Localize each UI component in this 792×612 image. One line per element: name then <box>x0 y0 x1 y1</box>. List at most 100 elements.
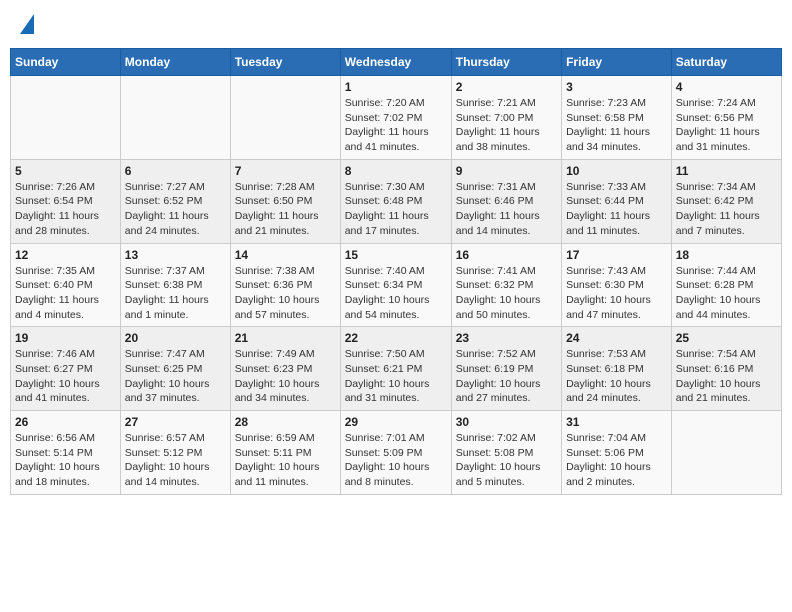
header-saturday: Saturday <box>671 49 781 76</box>
calendar-header-row: SundayMondayTuesdayWednesdayThursdayFrid… <box>11 49 782 76</box>
day-number: 31 <box>566 415 667 429</box>
calendar-week-row: 5 Sunrise: 7:26 AM Sunset: 6:54 PM Daylig… <box>11 159 782 243</box>
day-number: 15 <box>345 248 447 262</box>
calendar-cell: 11Sunrise: 7:34 AM Sunset: 6:42 PM Dayli… <box>671 159 781 243</box>
day-info: Sunrise: 7:40 AM Sunset: 6:34 PM Dayligh… <box>345 264 447 323</box>
calendar-cell <box>671 411 781 495</box>
calendar-cell: 22 Sunrise: 7:50 AM Sunset: 6:21 PM Dayli… <box>340 327 451 411</box>
day-number: 6 <box>125 164 226 178</box>
day-info: Sunrise: 7:47 AM Sunset: 6:25 PM Dayligh… <box>125 347 226 406</box>
day-number: 13 <box>125 248 226 262</box>
day-info: Sunrise: 7:35 AM Sunset: 6:40 PM Dayligh… <box>15 264 116 323</box>
day-info: Sunrise: 7:49 AM Sunset: 6:23 PM Dayligh… <box>235 347 336 406</box>
calendar-cell: 9 Sunrise: 7:31 AM Sunset: 6:46 PM Daylig… <box>451 159 561 243</box>
day-info: Sunrise: 7:33 AM Sunset: 6:44 PM Dayligh… <box>566 180 667 239</box>
day-number: 21 <box>235 331 336 345</box>
day-info: Sunrise: 7:04 AM Sunset: 5:06 PM Dayligh… <box>566 431 667 490</box>
day-info: Sunrise: 7:23 AM Sunset: 6:58 PM Dayligh… <box>566 96 667 155</box>
day-number: 30 <box>456 415 557 429</box>
day-number: 9 <box>456 164 557 178</box>
calendar-cell: 17 Sunrise: 7:43 AM Sunset: 6:30 PM Dayli… <box>562 243 672 327</box>
day-number: 1 <box>345 80 447 94</box>
calendar-cell: 8 Sunrise: 7:30 AM Sunset: 6:48 PM Daylig… <box>340 159 451 243</box>
calendar-cell: 13 Sunrise: 7:37 AM Sunset: 6:38 PM Dayli… <box>120 243 230 327</box>
day-info: Sunrise: 7:52 AM Sunset: 6:19 PM Dayligh… <box>456 347 557 406</box>
day-number: 7 <box>235 164 336 178</box>
day-number: 8 <box>345 164 447 178</box>
page-header <box>10 10 782 40</box>
calendar-cell: 28Sunrise: 6:59 AM Sunset: 5:11 PM Dayli… <box>230 411 340 495</box>
day-number: 29 <box>345 415 447 429</box>
calendar-cell: 31 Sunrise: 7:04 AM Sunset: 5:06 PM Dayli… <box>562 411 672 495</box>
logo <box>18 14 34 36</box>
header-monday: Monday <box>120 49 230 76</box>
calendar-cell: 21 Sunrise: 7:49 AM Sunset: 6:23 PM Dayli… <box>230 327 340 411</box>
header-friday: Friday <box>562 49 672 76</box>
calendar-cell <box>230 76 340 160</box>
calendar-cell: 10 Sunrise: 7:33 AM Sunset: 6:44 PM Dayli… <box>562 159 672 243</box>
day-number: 17 <box>566 248 667 262</box>
calendar-cell: 20 Sunrise: 7:47 AM Sunset: 6:25 PM Dayli… <box>120 327 230 411</box>
day-number: 10 <box>566 164 667 178</box>
day-info: Sunrise: 7:28 AM Sunset: 6:50 PM Dayligh… <box>235 180 336 239</box>
day-number: 25 <box>676 331 777 345</box>
calendar-week-row: 12 Sunrise: 7:35 AM Sunset: 6:40 PM Dayli… <box>11 243 782 327</box>
day-info: Sunrise: 6:59 AM Sunset: 5:11 PM Dayligh… <box>235 431 336 490</box>
calendar-cell: 25 Sunrise: 7:54 AM Sunset: 6:16 PM Dayli… <box>671 327 781 411</box>
day-number: 4 <box>676 80 777 94</box>
header-tuesday: Tuesday <box>230 49 340 76</box>
day-info: Sunrise: 7:50 AM Sunset: 6:21 PM Dayligh… <box>345 347 447 406</box>
day-info: Sunrise: 7:46 AM Sunset: 6:27 PM Dayligh… <box>15 347 116 406</box>
day-info: Sunrise: 7:02 AM Sunset: 5:08 PM Dayligh… <box>456 431 557 490</box>
calendar-cell: 24Sunrise: 7:53 AM Sunset: 6:18 PM Dayli… <box>562 327 672 411</box>
day-info: Sunrise: 7:41 AM Sunset: 6:32 PM Dayligh… <box>456 264 557 323</box>
day-info: Sunrise: 7:54 AM Sunset: 6:16 PM Dayligh… <box>676 347 777 406</box>
day-info: Sunrise: 7:38 AM Sunset: 6:36 PM Dayligh… <box>235 264 336 323</box>
day-number: 12 <box>15 248 116 262</box>
day-number: 3 <box>566 80 667 94</box>
day-info: Sunrise: 7:20 AM Sunset: 7:02 PM Dayligh… <box>345 96 447 155</box>
calendar-cell: 19 Sunrise: 7:46 AM Sunset: 6:27 PM Dayli… <box>11 327 121 411</box>
day-number: 16 <box>456 248 557 262</box>
day-info: Sunrise: 7:30 AM Sunset: 6:48 PM Dayligh… <box>345 180 447 239</box>
calendar-cell: 2Sunrise: 7:21 AM Sunset: 7:00 PM Daylig… <box>451 76 561 160</box>
day-info: Sunrise: 7:31 AM Sunset: 6:46 PM Dayligh… <box>456 180 557 239</box>
day-info: Sunrise: 7:21 AM Sunset: 7:00 PM Dayligh… <box>456 96 557 155</box>
day-info: Sunrise: 7:26 AM Sunset: 6:54 PM Dayligh… <box>15 180 116 239</box>
calendar-table: SundayMondayTuesdayWednesdayThursdayFrid… <box>10 48 782 495</box>
day-number: 23 <box>456 331 557 345</box>
calendar-cell: 30 Sunrise: 7:02 AM Sunset: 5:08 PM Dayli… <box>451 411 561 495</box>
day-number: 20 <box>125 331 226 345</box>
day-info: Sunrise: 7:27 AM Sunset: 6:52 PM Dayligh… <box>125 180 226 239</box>
day-number: 24 <box>566 331 667 345</box>
calendar-cell: 18 Sunrise: 7:44 AM Sunset: 6:28 PM Dayli… <box>671 243 781 327</box>
calendar-cell: 4 Sunrise: 7:24 AM Sunset: 6:56 PM Daylig… <box>671 76 781 160</box>
header-thursday: Thursday <box>451 49 561 76</box>
day-number: 11 <box>676 164 777 178</box>
calendar-cell: 1 Sunrise: 7:20 AM Sunset: 7:02 PM Daylig… <box>340 76 451 160</box>
calendar-week-row: 26 Sunrise: 6:56 AM Sunset: 5:14 PM Dayli… <box>11 411 782 495</box>
day-info: Sunrise: 6:56 AM Sunset: 5:14 PM Dayligh… <box>15 431 116 490</box>
logo-triangle-icon <box>20 14 34 34</box>
calendar-cell: 29Sunrise: 7:01 AM Sunset: 5:09 PM Dayli… <box>340 411 451 495</box>
calendar-cell: 23 Sunrise: 7:52 AM Sunset: 6:19 PM Dayli… <box>451 327 561 411</box>
day-info: Sunrise: 7:24 AM Sunset: 6:56 PM Dayligh… <box>676 96 777 155</box>
calendar-cell: 15 Sunrise: 7:40 AM Sunset: 6:34 PM Dayli… <box>340 243 451 327</box>
calendar-cell: 26 Sunrise: 6:56 AM Sunset: 5:14 PM Dayli… <box>11 411 121 495</box>
calendar-cell: 12 Sunrise: 7:35 AM Sunset: 6:40 PM Dayli… <box>11 243 121 327</box>
day-info: Sunrise: 7:43 AM Sunset: 6:30 PM Dayligh… <box>566 264 667 323</box>
day-info: Sunrise: 6:57 AM Sunset: 5:12 PM Dayligh… <box>125 431 226 490</box>
calendar-cell: 27Sunrise: 6:57 AM Sunset: 5:12 PM Dayli… <box>120 411 230 495</box>
day-number: 22 <box>345 331 447 345</box>
day-number: 26 <box>15 415 116 429</box>
calendar-week-row: 19 Sunrise: 7:46 AM Sunset: 6:27 PM Dayli… <box>11 327 782 411</box>
day-info: Sunrise: 7:44 AM Sunset: 6:28 PM Dayligh… <box>676 264 777 323</box>
calendar-cell: 6 Sunrise: 7:27 AM Sunset: 6:52 PM Daylig… <box>120 159 230 243</box>
header-sunday: Sunday <box>11 49 121 76</box>
day-info: Sunrise: 7:37 AM Sunset: 6:38 PM Dayligh… <box>125 264 226 323</box>
day-number: 5 <box>15 164 116 178</box>
day-number: 18 <box>676 248 777 262</box>
day-number: 14 <box>235 248 336 262</box>
calendar-cell <box>11 76 121 160</box>
day-number: 19 <box>15 331 116 345</box>
